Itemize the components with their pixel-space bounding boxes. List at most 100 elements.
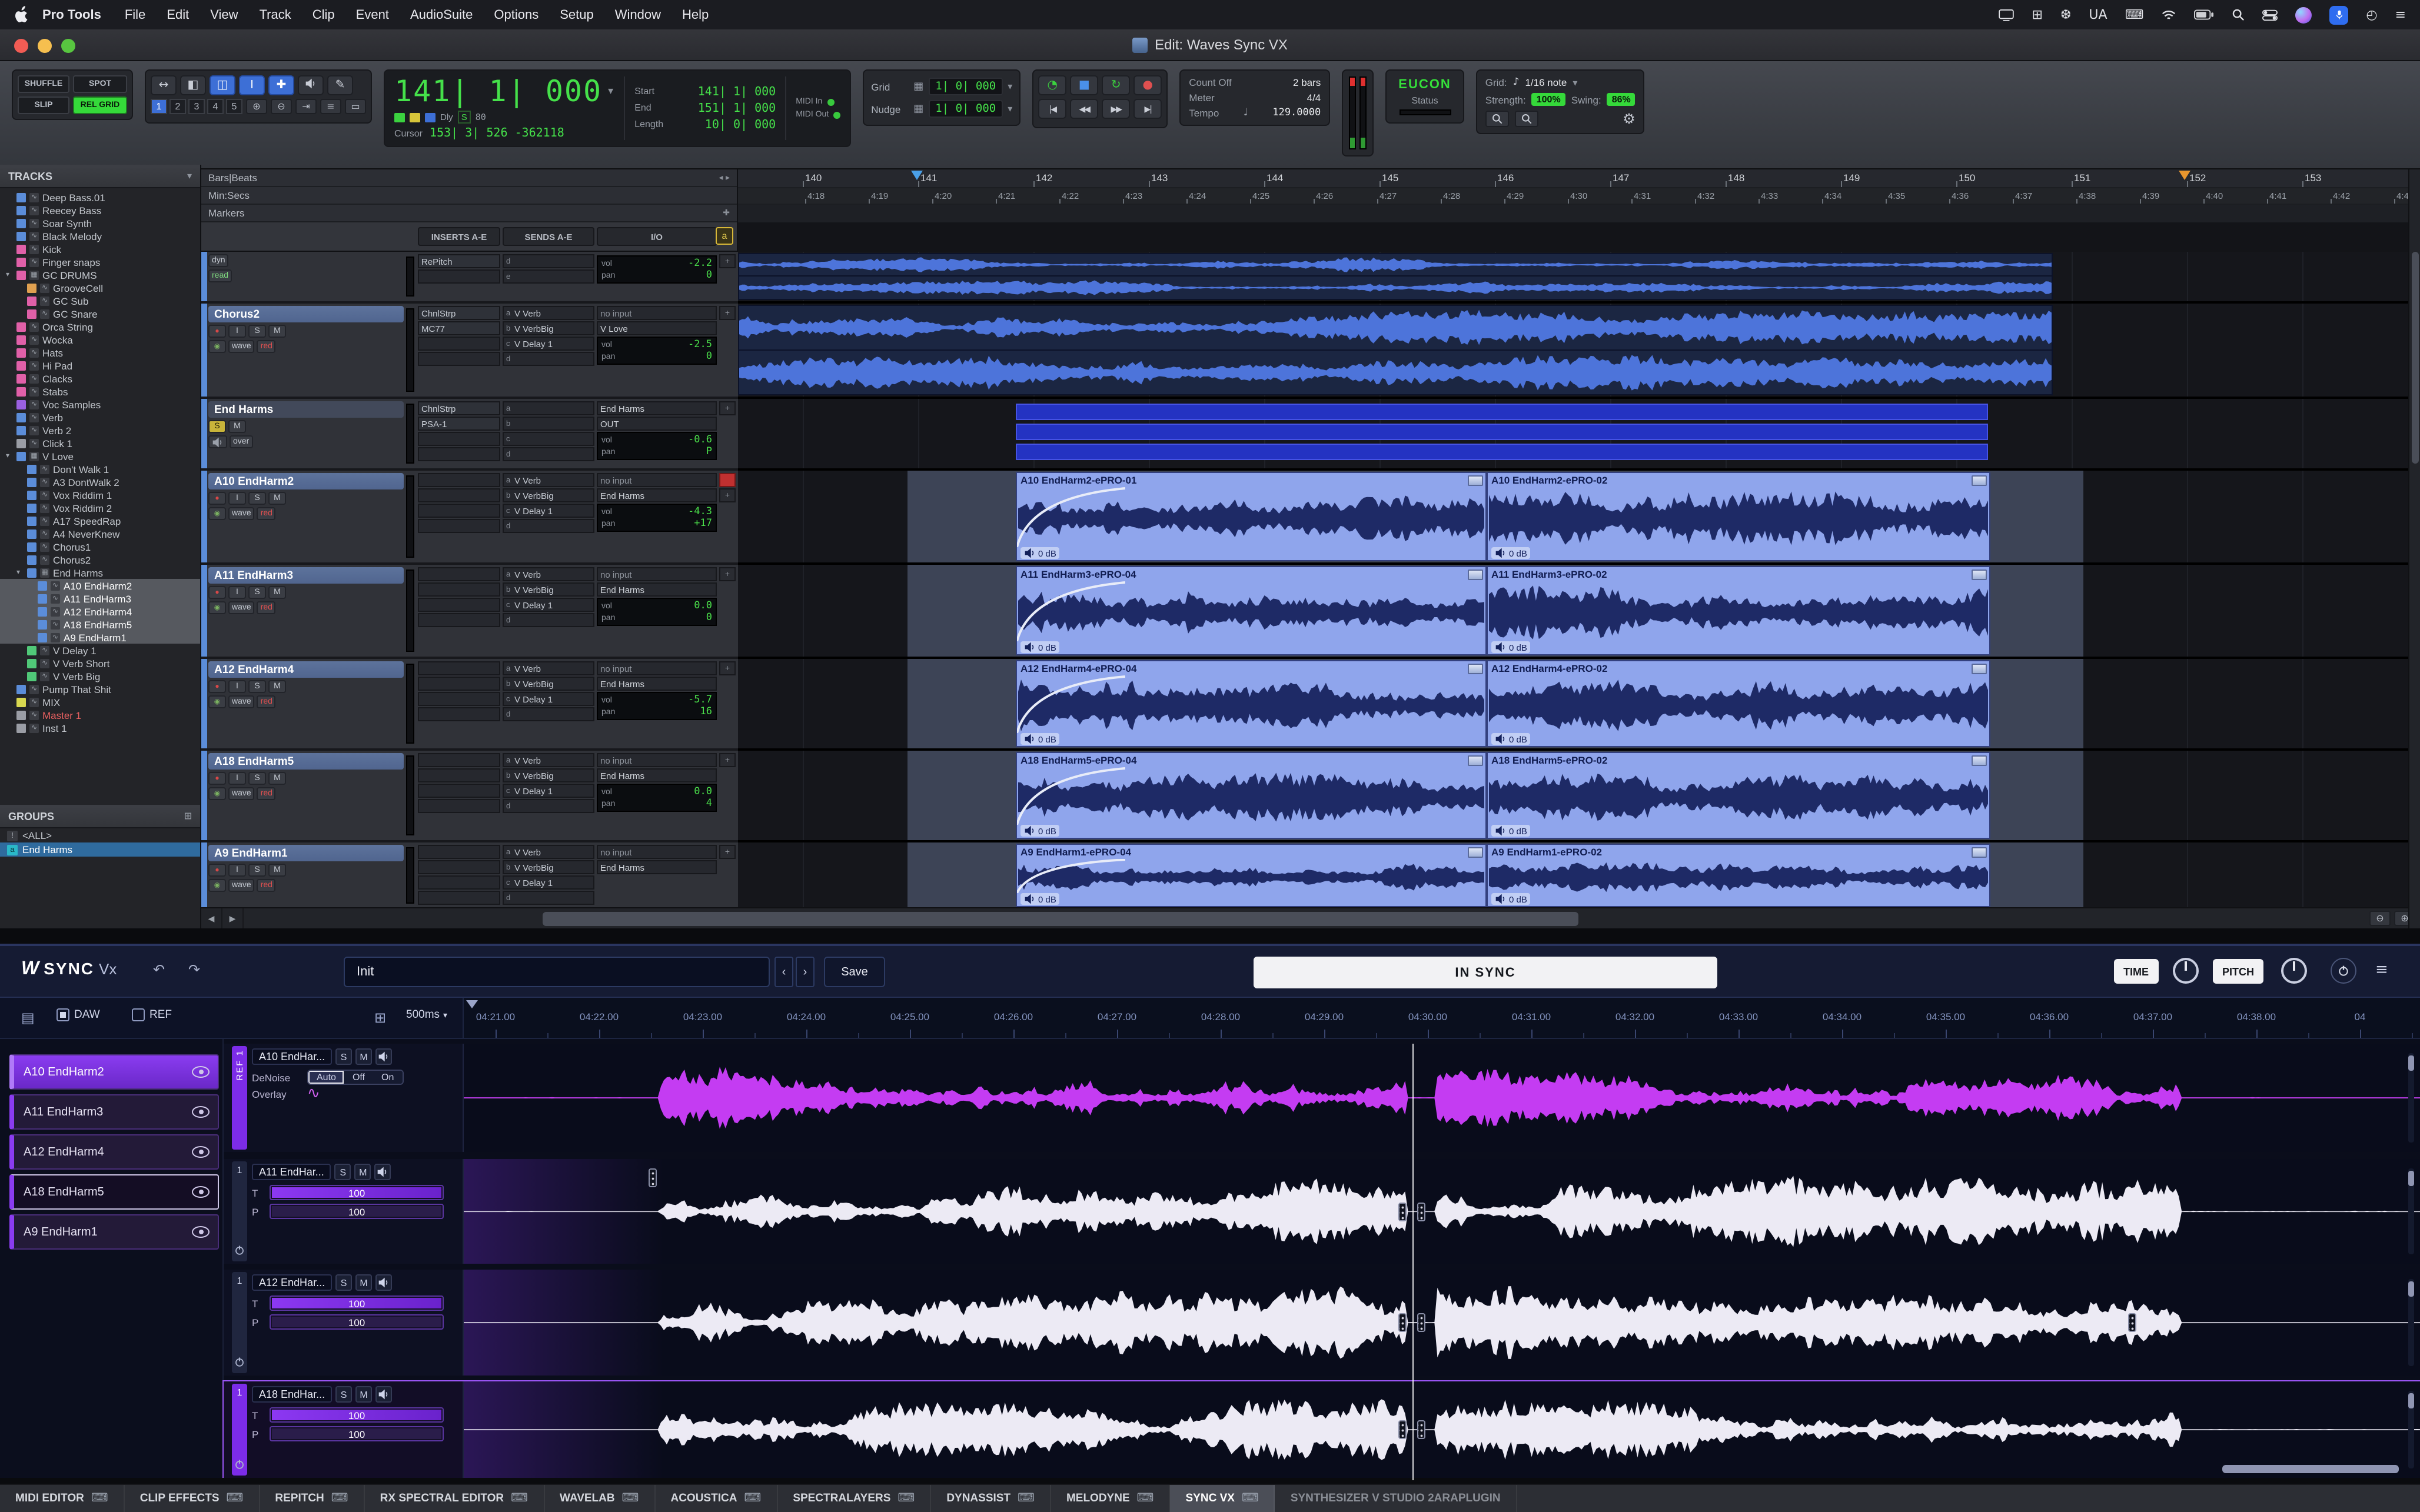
insert-slot[interactable]	[418, 860, 500, 874]
lane-waveform-area[interactable]	[463, 1270, 2420, 1376]
lane-mute-button[interactable]: M	[355, 1386, 372, 1403]
pitch-knob[interactable]	[2281, 958, 2307, 984]
horizontal-scrollbar[interactable]: ◀ ▶ ⊖⊕	[201, 907, 2420, 928]
send-slot[interactable]: bV VerbBig	[503, 582, 594, 597]
audio-clip[interactable]: A11 EndHarm3-ePRO-020 dB	[1487, 566, 1990, 655]
sync-anchor-handle[interactable]	[1398, 1202, 1407, 1221]
send-slot[interactable]: cV Delay 1	[503, 875, 594, 890]
trim-tool[interactable]: ◧	[180, 75, 206, 95]
track-name[interactable]: A18 EndHarm5	[208, 753, 404, 770]
send-slot[interactable]: d	[503, 799, 594, 813]
lane-speaker-button[interactable]	[375, 1164, 391, 1180]
sync-anchor-handle[interactable]	[1417, 1202, 1425, 1221]
hscroll-thumb[interactable]	[543, 912, 1578, 926]
lane-waveform-area[interactable]	[463, 1381, 2420, 1478]
post-roll-icon[interactable]	[425, 112, 436, 122]
input-monitor-button[interactable]: I	[228, 492, 246, 505]
record-arm-button[interactable]: ●	[208, 586, 226, 599]
control-center-icon[interactable]	[2262, 9, 2278, 21]
audio-clip[interactable]: A10 EndHarm2-ePRO-010 dB	[1016, 472, 1487, 561]
plugin-ruler-marker[interactable]	[466, 1000, 478, 1008]
sidebar-track-kick[interactable]: ∿Kick	[0, 242, 200, 255]
input-monitor-button[interactable]: I	[228, 864, 246, 877]
audio-clip[interactable]: A12 EndHarm4-ePRO-020 dB	[1487, 660, 1990, 747]
record-indicator[interactable]	[719, 473, 736, 487]
send-slot[interactable]: a	[503, 401, 594, 415]
insert-slot[interactable]	[418, 661, 500, 675]
clip-gain-badge[interactable]: 0 dB	[1491, 547, 1531, 559]
zoom-preset-1[interactable]: 1	[151, 99, 167, 114]
minsec-ruler[interactable]: 4:184:194:204:214:224:234:244:254:264:27…	[738, 188, 2408, 205]
clock-icon[interactable]: ◴	[2366, 7, 2377, 22]
io-input[interactable]: no input	[597, 306, 717, 320]
markers-ruler-label[interactable]: Markers	[208, 207, 244, 219]
add-lane-button[interactable]: +	[719, 401, 736, 415]
send-slot[interactable]: d	[503, 707, 594, 721]
sync-anchor-handle[interactable]	[1417, 1313, 1425, 1332]
group-end-harms[interactable]: aEnd Harms	[0, 842, 200, 857]
grid-dropdown-icon[interactable]: ▾	[1008, 81, 1012, 92]
io-input[interactable]: no input	[597, 661, 717, 675]
send-slot[interactable]: d	[503, 519, 594, 533]
ref-toggle[interactable]: REF	[132, 1008, 172, 1021]
daw-toggle[interactable]: DAW	[56, 1008, 100, 1021]
track-lane-end-harms[interactable]	[738, 399, 2408, 471]
send-slot[interactable]: cV Delay 1	[503, 784, 594, 798]
insert-slot[interactable]	[418, 613, 500, 627]
track-header-a10-endharm2[interactable]: A10 EndHarm2●ISM◉waveredaV VerbbV VerbBi…	[201, 471, 738, 565]
dock-tab-repitch[interactable]: REPITCH⌨	[260, 1485, 364, 1512]
volume-pan-display[interactable]: vol-5.7pan16	[597, 692, 717, 720]
send-slot[interactable]: aV Verb	[503, 306, 594, 320]
vertical-scrollbar[interactable]	[2408, 169, 2420, 928]
plugin-track-item-a11-endharm3[interactable]: A11 EndHarm3	[9, 1094, 219, 1130]
track-lane-a10-endharm2[interactable]: A10 EndHarm2-ePRO-010 dBA10 EndHarm2-ePR…	[738, 471, 2408, 565]
sidebar-track-gc-snare[interactable]: ∿GC Snare	[0, 307, 200, 320]
track-header-a9-endharm1[interactable]: A9 EndHarm1●ISM◉waveredaV VerbbV VerbBig…	[201, 842, 738, 907]
window-length-select[interactable]: 500ms▾	[406, 1008, 447, 1021]
sidebar-track-hi-pad[interactable]: ∿Hi Pad	[0, 359, 200, 372]
lane-waveform-area[interactable]	[463, 1159, 2420, 1264]
keyboard-icon[interactable]: ⌨	[2125, 7, 2144, 22]
dock-tab-spectralayers[interactable]: SPECTRALAYERS⌨	[777, 1485, 931, 1512]
playlist-view-button[interactable]: wave	[228, 879, 255, 892]
volume-pan-display[interactable]: vol0.0pan4	[597, 784, 717, 812]
plugin-lane-ref[interactable]: REF 1A10 EndHar...SMDeNoiseAutoOffOnOver…	[224, 1044, 2420, 1152]
clip-effects-icon[interactable]	[1468, 755, 1483, 766]
automation-mode-button[interactable]: read	[208, 269, 232, 282]
track-name[interactable]: A10 EndHarm2	[208, 473, 404, 489]
send-slot[interactable]: d	[503, 613, 594, 627]
save-button[interactable]: Save	[824, 957, 885, 987]
go-to-end-button[interactable]: ▶|	[1133, 99, 1162, 119]
prev-preset-button[interactable]: ‹	[774, 957, 793, 987]
record-arm-button[interactable]: ●	[208, 492, 226, 505]
overlay-waveform-icon[interactable]: ∿	[307, 1088, 320, 1100]
grid2-dropdown-icon[interactable]: ▾	[1573, 77, 1577, 88]
lane-track-name[interactable]: A11 EndHar...	[252, 1164, 331, 1180]
elastic-audio-button[interactable]: ◉	[208, 879, 226, 892]
folder-clip-bar[interactable]	[1016, 444, 1988, 460]
edit-canvas[interactable]: A10 EndHarm2-ePRO-010 dBA10 EndHarm2-ePR…	[738, 252, 2408, 907]
dyn-button[interactable]: dyn	[208, 254, 229, 267]
insert-slot[interactable]	[418, 432, 500, 446]
pitch-amount-slider[interactable]: 100	[270, 1204, 444, 1219]
sidebar-track-a9-endharm1[interactable]: ∿A9 EndHarm1	[0, 631, 200, 644]
elastic-audio-button[interactable]: ◉	[208, 601, 226, 614]
mirror-midi-button[interactable]: ▭	[345, 99, 366, 114]
insert-slot[interactable]	[418, 845, 500, 859]
undo-icon[interactable]: ↶	[153, 961, 165, 978]
plugin-lane-a12-endhar[interactable]: 1A12 EndHar...SMT100P100	[224, 1270, 2420, 1376]
scrubber-tool[interactable]	[298, 75, 324, 95]
lane-tab[interactable]: 1	[232, 1272, 247, 1373]
send-slot[interactable]: aV Verb	[503, 753, 594, 767]
clip-gain-badge[interactable]: 0 dB	[1020, 641, 1060, 653]
zoom-preset-5[interactable]: 5	[226, 99, 242, 114]
input-monitor-button[interactable]: I	[228, 772, 246, 785]
add-lane-button[interactable]: +	[719, 488, 736, 502]
record-button[interactable]: ●	[1133, 75, 1162, 95]
selection-start[interactable]: 141| 1| 000	[698, 85, 776, 98]
grid-icon[interactable]: ▦	[913, 81, 923, 92]
sidebar-track-a18-endharm5[interactable]: ∿A18 EndHarm5	[0, 618, 200, 631]
send-slot[interactable]: bV VerbBig	[503, 488, 594, 502]
playlist-view-button[interactable]: wave	[228, 340, 255, 353]
sidebar-track-wocka[interactable]: ∿Wocka	[0, 333, 200, 346]
